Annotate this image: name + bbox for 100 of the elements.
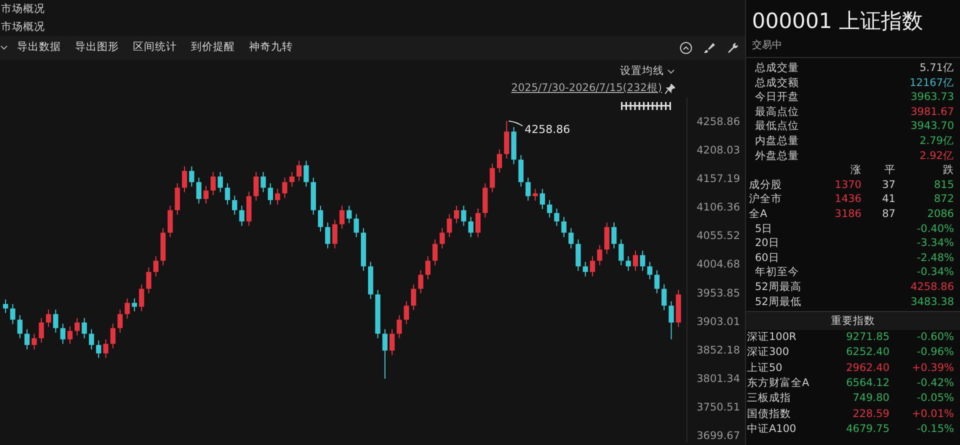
index-name[interactable]: 国债指数 — [747, 406, 825, 422]
toolbar-button[interactable]: 导出数据 — [12, 40, 66, 56]
index-change: -0.15% — [916, 422, 954, 437]
candlestick — [118, 309, 123, 334]
column-header: 涨 — [850, 163, 862, 178]
table-cell-text: 1370 — [834, 178, 862, 192]
candlestick — [24, 328, 30, 350]
candlestick — [224, 182, 230, 206]
index-name[interactable]: 上证50 — [747, 360, 825, 376]
candlestick — [668, 300, 674, 340]
candlestick — [532, 188, 538, 202]
stat-label: 5日 — [755, 222, 773, 236]
index-name[interactable]: 深证100R — [747, 330, 825, 346]
candlestick — [511, 126, 516, 165]
candlestick — [618, 238, 624, 266]
candlestick — [576, 238, 581, 272]
stat-label: 总成交额 — [755, 76, 799, 90]
caret-icon — [667, 68, 675, 74]
moving-average-setting[interactable]: 设置均线 — [620, 64, 664, 80]
candlestick — [46, 309, 52, 328]
candlestick — [468, 216, 474, 238]
candlestick — [526, 177, 531, 202]
index-name[interactable]: 三板成指 — [747, 391, 825, 407]
candlestick — [304, 160, 309, 188]
toolbar-button[interactable]: 区间统计 — [128, 40, 182, 56]
candlestick — [432, 238, 438, 266]
leader-line — [508, 120, 524, 126]
index-name[interactable]: 深证300 — [747, 345, 825, 361]
candlestick — [318, 205, 324, 232]
stat-label: 20日 — [755, 236, 780, 251]
wrench-icon[interactable] — [726, 41, 740, 55]
stat-label: 最高点位 — [755, 104, 799, 120]
table-cell-text: 87 — [881, 206, 896, 222]
candlestick — [60, 323, 66, 344]
collapse-icon[interactable] — [678, 41, 692, 55]
stat-value: 2.92亿 — [920, 148, 954, 164]
candlestick — [146, 266, 152, 294]
index-price: 2962.40 — [845, 360, 890, 376]
candlestick — [339, 205, 345, 230]
stat-value: 5.71亿 — [920, 61, 954, 76]
index-name[interactable]: 中证A100 — [747, 422, 825, 438]
candlestick — [626, 256, 631, 272]
candlestick — [260, 172, 266, 193]
brush-icon[interactable] — [702, 41, 716, 55]
index-name[interactable]: 东方财富全A — [747, 376, 825, 392]
index-price: 6564.12 — [845, 376, 890, 391]
candlestick — [425, 256, 430, 280]
candlestick — [196, 177, 202, 204]
candlestick — [282, 177, 288, 198]
pin-icon[interactable] — [665, 84, 675, 94]
candlestick — [597, 244, 602, 266]
candlestick — [3, 298, 8, 314]
candlestick — [446, 214, 452, 238]
axis-label: 4258.86 — [696, 116, 740, 128]
breadcrumb: 市场概况 — [1, 21, 45, 33]
axis-label: 4208.03 — [696, 144, 740, 157]
candlestick — [268, 182, 273, 206]
stat-value: 3963.73 — [910, 90, 954, 105]
candlestick — [210, 172, 216, 196]
candlestick — [275, 188, 280, 206]
toolbar-button[interactable]: 导出图形 — [70, 40, 124, 56]
stat-value: -0.34% — [916, 265, 954, 280]
candlestick — [174, 182, 180, 216]
candlestick — [38, 318, 44, 344]
candlestick — [454, 205, 460, 224]
stat-label: 外盘总量 — [755, 148, 799, 164]
candlestick — [590, 256, 596, 277]
index-price: 228.59 — [852, 406, 890, 422]
toolbar-button[interactable]: 神奇九转 — [244, 40, 298, 56]
index-price: 9271.85 — [845, 330, 890, 346]
candlestick — [96, 340, 102, 358]
candlestick — [411, 284, 416, 311]
peak-label: 4258.86 — [524, 123, 570, 136]
axis-label: 4004.68 — [696, 258, 740, 271]
stat-label: 52周最高 — [755, 280, 802, 294]
candlestick — [124, 298, 130, 320]
candlestick — [382, 328, 388, 380]
date-range-link[interactable]: 2025/7/30-2026/7/15(232根) — [511, 80, 662, 96]
index-change: -0.96% — [916, 345, 954, 360]
stat-value: 2.79亿 — [920, 134, 954, 149]
candlestick — [640, 250, 646, 272]
stat-value: -0.40% — [916, 222, 954, 236]
index-change: +0.01% — [910, 406, 954, 422]
index-price: 4679.75 — [845, 422, 890, 437]
candlestick — [604, 222, 610, 254]
candlestick — [74, 318, 80, 336]
axis-label: 3852.18 — [696, 344, 740, 356]
index-change: -0.60% — [916, 330, 954, 346]
stat-label: 52周最低 — [755, 294, 802, 310]
axis-label: 3699.67 — [696, 430, 740, 442]
candlestick — [203, 186, 209, 204]
candlestick — [676, 289, 681, 328]
candlestick — [540, 188, 545, 210]
table-cell-text: 全A — [749, 206, 768, 222]
toolbar-button[interactable]: 到价提醒 — [186, 40, 240, 56]
candlestick — [354, 214, 359, 238]
candlestick — [289, 172, 294, 188]
candlestick — [254, 172, 259, 202]
candlestick — [110, 323, 116, 349]
table-cell-text: 815 — [932, 178, 954, 192]
